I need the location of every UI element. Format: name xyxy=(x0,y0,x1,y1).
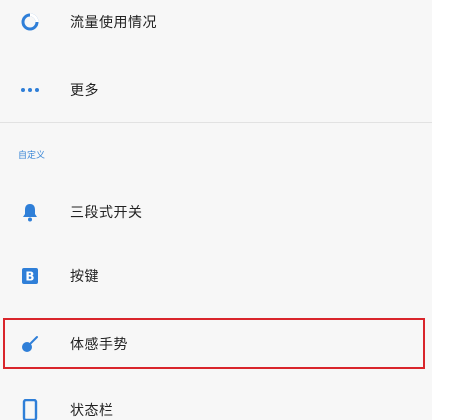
status-bar-row[interactable]: 状态栏 xyxy=(0,380,432,420)
settings-list: 流量使用情况 更多 自定义 三段式开关 B 按键 体感手势 状态栏 xyxy=(0,0,432,420)
alert-slider-label: 三段式开关 xyxy=(70,205,143,221)
status-bar-label: 状态栏 xyxy=(70,403,114,419)
data-usage-row[interactable]: 流量使用情况 xyxy=(0,0,432,52)
highlight-box xyxy=(3,318,425,369)
buttons-label: 按键 xyxy=(70,269,99,285)
data-usage-label: 流量使用情况 xyxy=(70,15,157,31)
data-usage-icon xyxy=(18,10,42,34)
more-dots-icon xyxy=(18,78,42,102)
b-key-icon: B xyxy=(18,264,42,288)
settings-screen: 流量使用情况 更多 自定义 三段式开关 B 按键 体感手势 状态栏 xyxy=(0,0,456,420)
phone-icon xyxy=(18,398,42,420)
section-divider xyxy=(0,122,432,123)
bell-icon xyxy=(18,200,42,224)
alert-slider-row[interactable]: 三段式开关 xyxy=(0,182,432,242)
more-label: 更多 xyxy=(70,83,99,99)
buttons-row[interactable]: B 按键 xyxy=(0,246,432,306)
section-header-customize: 自定义 xyxy=(18,151,46,161)
svg-text:B: B xyxy=(25,270,34,284)
more-row[interactable]: 更多 xyxy=(0,60,432,120)
